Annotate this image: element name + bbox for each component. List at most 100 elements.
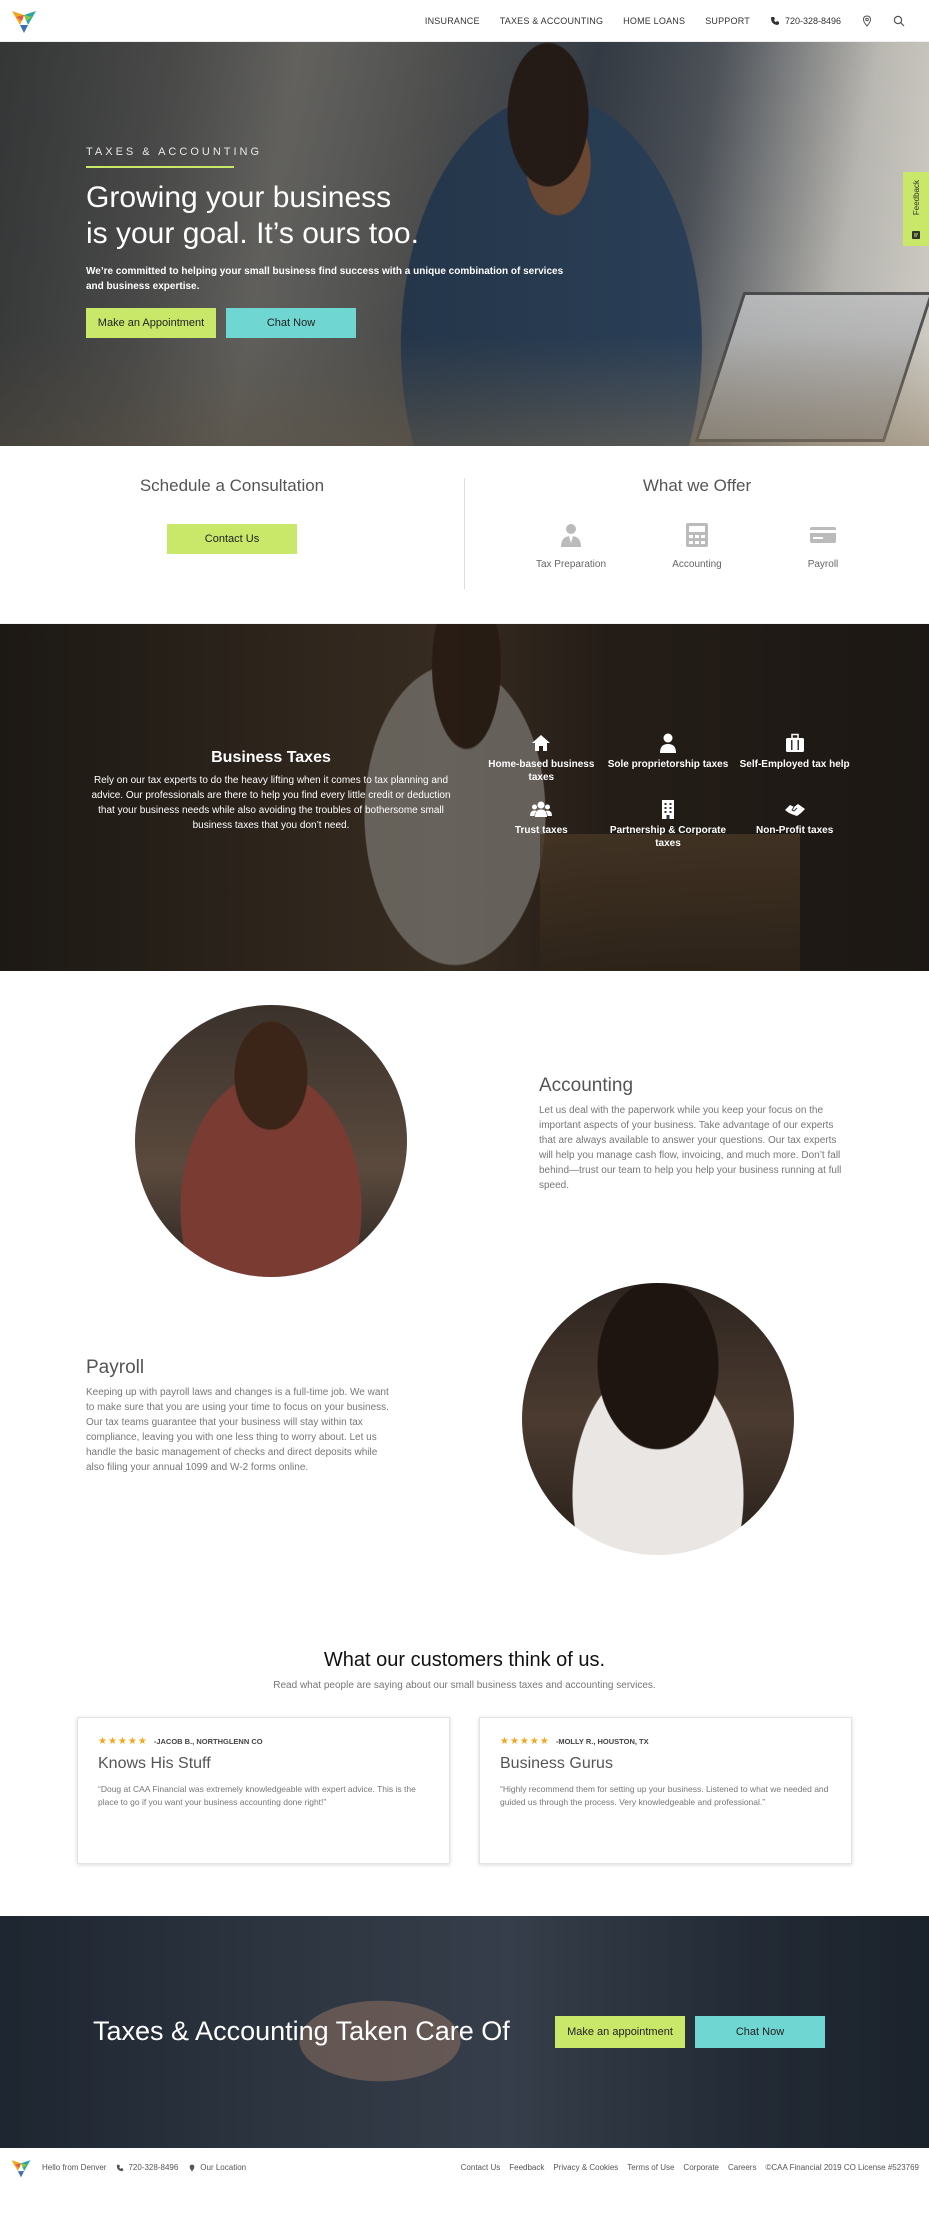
location-pin-icon[interactable]: [861, 14, 873, 27]
footer-link-feedback[interactable]: Feedback: [509, 2163, 544, 2172]
card-header: ★★★★★ -JACOB B., NORTHGLENN CO: [98, 1736, 429, 1747]
building-icon: [661, 800, 674, 819]
hero-content: TAXES & ACCOUNTING Growing your business…: [86, 146, 606, 338]
contact-us-button[interactable]: Contact Us: [167, 524, 297, 554]
star-rating: ★★★★★: [98, 1736, 148, 1747]
business-text: Business Taxes Rely on our tax experts t…: [86, 749, 456, 833]
footer-left: Hello from Denver 720-328-8496 Our Locat…: [10, 2157, 246, 2179]
home-icon: [532, 735, 551, 751]
payroll-photo: [522, 1283, 794, 1555]
nav-support[interactable]: SUPPORT: [695, 16, 760, 26]
footer-logo-icon[interactable]: [10, 2157, 32, 2179]
offer-list: Tax Preparation Accounting Payroll: [533, 521, 861, 570]
cta-chat-button[interactable]: Chat Now: [695, 2016, 825, 2048]
business-title: Business Taxes: [211, 749, 331, 766]
handshake-icon: [784, 804, 805, 816]
tax-type-home-based[interactable]: Home-based business taxes: [478, 732, 605, 784]
user-icon: [561, 524, 581, 547]
tax-type-partnership-corporate[interactable]: Partnership & Corporate taxes: [605, 798, 732, 850]
chat-now-button[interactable]: Chat Now: [226, 308, 356, 338]
tax-type-label: Self-Employed tax help: [739, 759, 850, 770]
feedback-tab[interactable]: Feedback: [903, 172, 929, 246]
hero-section: TAXES & ACCOUNTING Growing your business…: [0, 42, 929, 446]
business-tax-types: Home-based business taxes Sole proprieto…: [478, 732, 858, 850]
card-quote: “Doug at CAA Financial was extremely kno…: [98, 1784, 416, 1807]
card-header: ★★★★★ -MOLLY R., HOUSTON, TX: [500, 1736, 831, 1747]
payroll-title: Payroll: [86, 1357, 145, 1378]
hero-buttons: Make an Appointment Chat Now: [86, 308, 606, 338]
consult-title: Schedule a Consultation: [139, 476, 325, 495]
location-pin-icon: [189, 2164, 195, 2171]
feedback-label: Feedback: [911, 180, 921, 216]
tax-type-trust[interactable]: Trust taxes: [478, 798, 605, 850]
consult-column: Schedule a Consultation Contact Us: [0, 476, 465, 589]
accounting-text: Accounting Let us deal with the paperwor…: [539, 1075, 849, 1193]
footer-phone[interactable]: 720-328-8496: [116, 2163, 178, 2172]
hero-rule: [86, 166, 234, 168]
card-title: Knows His Stuff: [98, 1755, 211, 1772]
card-author: -JACOB B., NORTHGLENN CO: [153, 1737, 263, 1746]
tax-type-label: Sole proprietorship taxes: [607, 759, 729, 770]
phone-icon: [770, 16, 779, 25]
tax-type-label: Trust taxes: [514, 825, 568, 836]
footer-greeting: Hello from Denver: [42, 2163, 107, 2172]
hero-title-line1: Growing your business: [86, 181, 392, 214]
feedback-icon: [912, 231, 920, 239]
nav-phone-number: 720-328-8496: [784, 15, 841, 26]
offer-label: Tax Preparation: [535, 559, 607, 570]
star-rating: ★★★★★: [500, 1736, 550, 1747]
hero-title: Growing your business is your goal. It’s…: [86, 180, 606, 252]
offer-title: What we Offer: [642, 476, 752, 495]
tax-type-label: Home-based business taxes: [488, 759, 595, 783]
accounting-photo: [135, 1005, 407, 1277]
tax-type-sole-proprietorship[interactable]: Sole proprietorship taxes: [605, 732, 732, 784]
consult-section: Schedule a Consultation Contact Us What …: [0, 446, 929, 624]
hero-title-line2: is your goal. It’s ours too.: [86, 217, 419, 250]
footer-phone-number: 720-328-8496: [128, 2163, 179, 2172]
nav-insurance[interactable]: INSURANCE: [415, 16, 490, 26]
card-author: -MOLLY R., HOUSTON, TX: [555, 1737, 649, 1746]
footer-link-careers[interactable]: Careers: [728, 2163, 756, 2172]
cta-section: Taxes & Accounting Taken Care Of Make an…: [0, 1916, 929, 2148]
logo-icon[interactable]: [10, 7, 38, 35]
cta-appointment-button[interactable]: Make an appointment: [555, 2016, 685, 2048]
briefcase-icon: [785, 733, 804, 752]
tax-type-non-profit[interactable]: Non-Profit taxes: [731, 798, 858, 850]
testimonials-section: What our customers think of us. Read wha…: [0, 1579, 929, 1916]
footer-link-privacy[interactable]: Privacy & Cookies: [553, 2163, 618, 2172]
person-icon: [659, 733, 676, 753]
footer-link-corporate[interactable]: Corporate: [683, 2163, 719, 2172]
payroll-text: Payroll Keeping up with payroll laws and…: [86, 1357, 391, 1475]
nav-phone[interactable]: 720-328-8496: [760, 16, 851, 26]
search-icon[interactable]: [893, 15, 905, 27]
testimonial-card: ★★★★★ -MOLLY R., HOUSTON, TX Business Gu…: [479, 1717, 852, 1864]
nav-taxes-accounting[interactable]: TAXES & ACCOUNTING: [490, 16, 613, 26]
testimonial-cards: ★★★★★ -JACOB B., NORTHGLENN CO Knows His…: [0, 1717, 929, 1864]
payroll-body: Keeping up with payroll laws and changes…: [86, 1387, 389, 1473]
cta-title: Taxes & Accounting Taken Care Of: [93, 2016, 510, 2046]
testimonials-title: What our customers think of us.: [323, 1649, 606, 1671]
offer-tax-preparation[interactable]: Tax Preparation: [533, 521, 609, 570]
nav-links: INSURANCE TAXES & ACCOUNTING HOME LOANS …: [415, 14, 915, 27]
card-title: Business Gurus: [500, 1755, 613, 1772]
tax-type-self-employed[interactable]: Self-Employed tax help: [731, 732, 858, 784]
top-nav: INSURANCE TAXES & ACCOUNTING HOME LOANS …: [0, 0, 929, 42]
footer-link-contact[interactable]: Contact Us: [461, 2163, 501, 2172]
accounting-title: Accounting: [539, 1075, 634, 1096]
footer-copyright: ©CAA Financial 2019 CO License #523769: [765, 2163, 919, 2172]
footer-location[interactable]: Our Location: [188, 2163, 246, 2172]
phone-icon: [117, 2164, 124, 2171]
offer-label: Payroll: [807, 559, 839, 570]
payroll-section: Payroll Keeping up with payroll laws and…: [0, 1275, 929, 1579]
business-body: Rely on our tax experts to do the heavy …: [91, 775, 451, 831]
footer-links: Contact Us Feedback Privacy & Cookies Te…: [461, 2163, 919, 2172]
make-appointment-button[interactable]: Make an Appointment: [86, 308, 216, 338]
nav-home-loans[interactable]: HOME LOANS: [613, 16, 695, 26]
accounting-section: Accounting Let us deal with the paperwor…: [0, 971, 929, 1277]
group-icon: [530, 801, 553, 817]
offer-payroll[interactable]: Payroll: [785, 521, 861, 570]
offer-accounting[interactable]: Accounting: [659, 521, 735, 570]
footer-link-terms[interactable]: Terms of Use: [627, 2163, 674, 2172]
tax-type-label: Partnership & Corporate taxes: [609, 825, 727, 849]
offer-column: What we Offer Tax Preparation Accounting…: [465, 446, 929, 623]
